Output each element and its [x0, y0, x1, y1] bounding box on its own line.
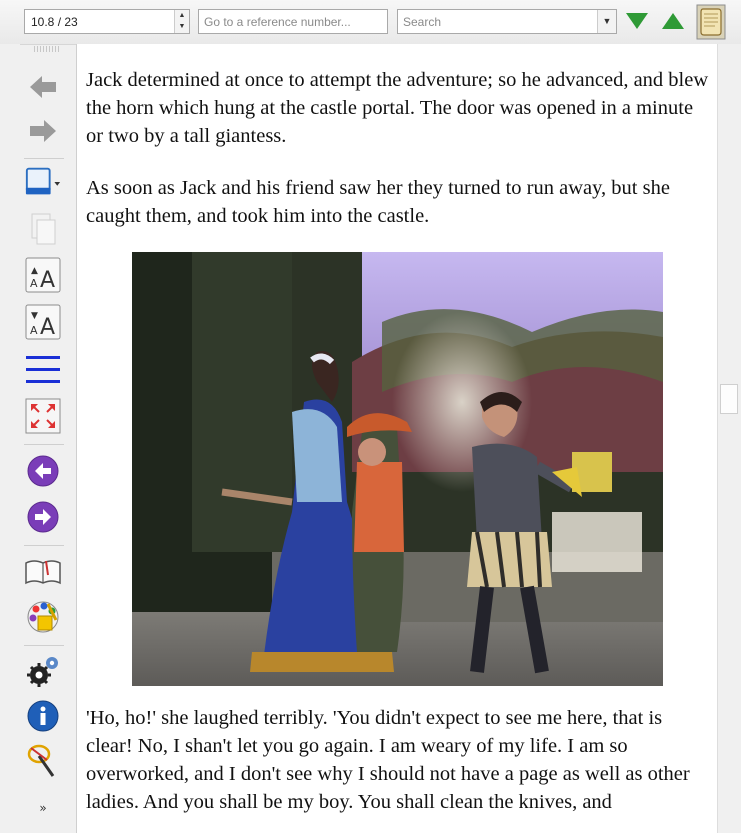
screen-icon[interactable] — [24, 163, 62, 201]
fullscreen-icon[interactable] — [24, 397, 62, 435]
svg-text:A: A — [40, 315, 55, 340]
top-toolbar: 10.8 / 23 ▲ ▼ Go to a reference number..… — [0, 0, 741, 45]
toolbar-grip[interactable] — [34, 46, 60, 52]
find-previous-icon[interactable] — [662, 13, 684, 29]
scroll-icon[interactable] — [696, 4, 726, 40]
story-illustration — [132, 252, 663, 686]
lines-icon[interactable] — [24, 351, 62, 389]
reference-placeholder: Go to a reference number... — [204, 15, 351, 29]
increase-font-icon[interactable]: ▲ A A — [24, 256, 62, 294]
settings-icon[interactable] — [24, 652, 62, 690]
spin-down-icon[interactable]: ▼ — [175, 21, 189, 32]
separator — [24, 158, 64, 159]
location-spinbox[interactable]: 10.8 / 23 ▲ ▼ — [24, 9, 190, 34]
back-arrow-icon[interactable] — [24, 68, 62, 106]
search-input[interactable]: Search ▼ — [397, 9, 617, 34]
scrollbar-thumb[interactable] — [720, 384, 738, 414]
svg-text:A: A — [40, 268, 55, 293]
svg-text:▲: ▲ — [31, 266, 38, 276]
paragraph: 'Ho, ho!' she laughed terribly. 'You did… — [86, 707, 690, 813]
svg-text:▼: ▼ — [31, 311, 38, 321]
more-icon[interactable]: » — [24, 794, 62, 822]
reference-input[interactable]: Go to a reference number... — [198, 9, 388, 34]
paragraph: As soon as Jack and his friend saw her t… — [86, 177, 670, 227]
separator — [24, 444, 64, 445]
info-icon[interactable] — [24, 697, 62, 735]
next-icon[interactable] — [24, 498, 62, 536]
vertical-scrollbar[interactable] — [717, 44, 741, 833]
spin-arrows[interactable]: ▲ ▼ — [174, 10, 189, 33]
search-dropdown-icon[interactable]: ▼ — [597, 10, 616, 33]
copy-icon[interactable] — [24, 210, 62, 248]
search-placeholder: Search — [403, 15, 442, 29]
spin-up-icon[interactable]: ▲ — [175, 10, 189, 21]
palette-icon[interactable] — [24, 598, 62, 636]
book-icon[interactable] — [24, 552, 62, 590]
location-value: 10.8 / 23 — [31, 15, 78, 29]
svg-text:A: A — [30, 324, 38, 337]
reading-pane: Jack determined at once to attempt the a… — [76, 44, 718, 833]
paragraph: Jack determined at once to attempt the a… — [86, 69, 709, 147]
separator — [24, 645, 64, 646]
magic-wand-icon[interactable] — [24, 742, 62, 780]
separator — [24, 545, 64, 546]
previous-icon[interactable] — [24, 452, 62, 490]
decrease-font-icon[interactable]: ▼ A A — [24, 303, 62, 341]
left-edge — [0, 44, 20, 833]
find-next-icon[interactable] — [626, 13, 648, 29]
svg-text:A: A — [30, 277, 38, 290]
forward-arrow-icon[interactable] — [24, 112, 62, 150]
